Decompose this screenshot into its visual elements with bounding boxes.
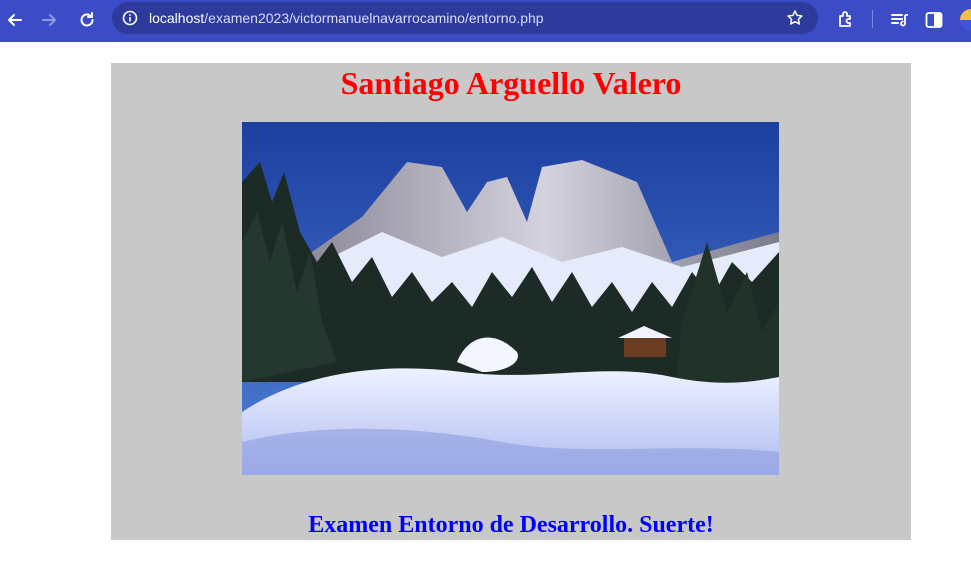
url-path: /examen2023/victormanuelnavarrocamino/en… [204, 10, 544, 26]
content-panel: Santiago Arguello Valero Examen Entorno … [111, 63, 911, 540]
reload-icon[interactable] [75, 8, 99, 32]
forward-arrow-icon[interactable] [37, 8, 61, 32]
toolbar-separator [872, 10, 873, 28]
bookmark-star-icon[interactable] [786, 9, 804, 27]
info-icon[interactable] [122, 10, 138, 26]
back-arrow-icon[interactable] [3, 8, 27, 32]
page-title: Santiago Arguello Valero [340, 65, 682, 101]
reading-list-icon[interactable] [889, 9, 911, 31]
profile-avatar[interactable] [960, 9, 971, 31]
extensions-icon[interactable] [835, 9, 857, 31]
address-bar[interactable]: localhost/examen2023/victormanuelnavarro… [112, 2, 818, 34]
footer-message: Examen Entorno de Desarrollo. Suerte! [308, 512, 714, 538]
url-text[interactable]: localhost/examen2023/victormanuelnavarro… [149, 10, 544, 26]
url-host: localhost [149, 10, 205, 26]
snowy-mountain-image [242, 122, 779, 475]
side-panel-icon[interactable] [923, 9, 945, 31]
browser-toolbar: localhost/examen2023/victormanuelnavarro… [0, 0, 971, 42]
